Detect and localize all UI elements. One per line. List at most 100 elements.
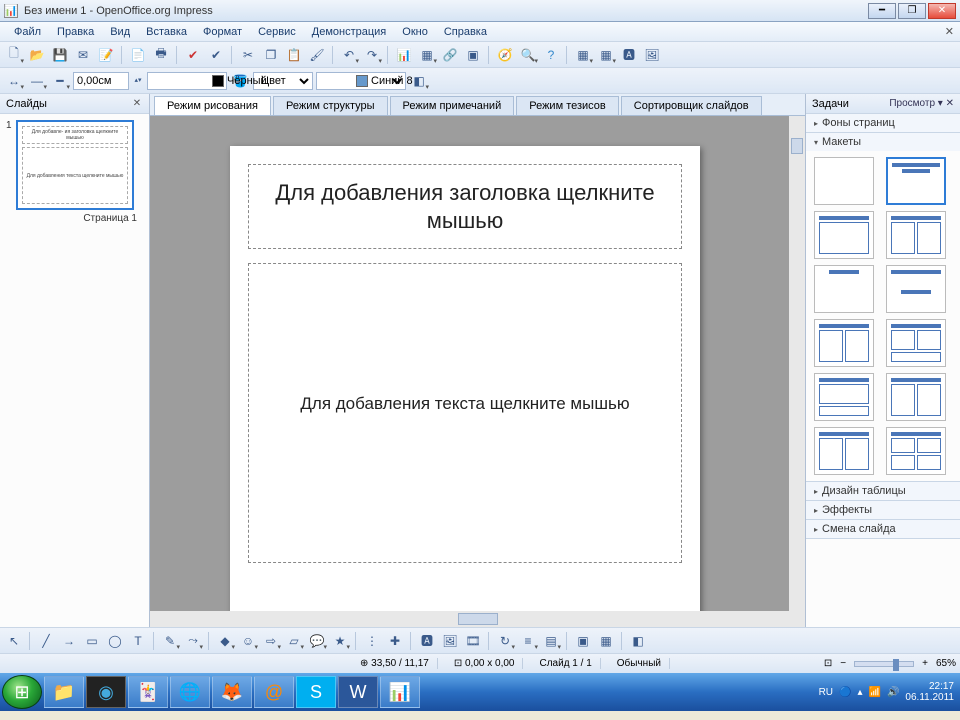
rect-tool[interactable]: ▭ (82, 631, 102, 651)
tasks-view-link[interactable]: Просмотр ▾ ✕ (889, 98, 954, 109)
minimize-button[interactable]: ━ (868, 3, 896, 19)
tab-sorter[interactable]: Сортировщик слайдов (621, 96, 762, 115)
layout-12[interactable] (886, 427, 946, 475)
slide-layout[interactable]: ▦ (596, 631, 616, 651)
section-layouts-head[interactable]: Макеты (806, 133, 960, 151)
section-effects[interactable]: Эффекты (806, 501, 960, 520)
close-button[interactable]: ✕ (928, 3, 956, 19)
layout-10[interactable] (886, 373, 946, 421)
layout-11[interactable] (814, 427, 874, 475)
horizontal-scrollbar[interactable] (150, 611, 805, 627)
title-placeholder[interactable]: Для добавления заголовка щелкните мышью (248, 164, 682, 249)
width-spinner[interactable]: ▴▾ (132, 71, 144, 91)
flowcharts[interactable]: ▱ (284, 631, 304, 651)
tray-network-icon[interactable]: 📶 (869, 687, 881, 698)
pdf-button[interactable]: 📄 (128, 45, 148, 65)
formatbrush-button[interactable]: 🖌 (307, 45, 327, 65)
points-tool[interactable]: ⋮ (362, 631, 382, 651)
layout-7[interactable] (814, 319, 874, 367)
fill-type-select[interactable]: Цвет (253, 72, 313, 90)
curve-tool[interactable]: ✎ (160, 631, 180, 651)
tray-flag-icon[interactable]: 🔵 (839, 687, 851, 698)
tab-handout[interactable]: Режим тезисов (516, 96, 619, 115)
tray-lang[interactable]: RU (819, 687, 833, 698)
copy-button[interactable]: ❐ (261, 45, 281, 65)
section-table-design[interactable]: Дизайн таблицы (806, 482, 960, 501)
slides-panel-close[interactable]: ✕ (131, 98, 143, 110)
tray-chevron-icon[interactable]: ▴ (857, 687, 862, 698)
autospell-button[interactable]: ✔ (206, 45, 226, 65)
menu-window[interactable]: Окно (394, 24, 436, 40)
block-arrows[interactable]: ⇨ (261, 631, 281, 651)
start-button[interactable]: ⊞ (2, 675, 42, 709)
cut-button[interactable]: ✂ (238, 45, 258, 65)
hyperlink-button[interactable]: 🔗 (440, 45, 460, 65)
text-tool[interactable]: T (128, 631, 148, 651)
redo-button[interactable]: ↷ (362, 45, 382, 65)
zoom-button[interactable]: 🔍 (518, 45, 538, 65)
menu-slideshow[interactable]: Демонстрация (304, 24, 395, 40)
taskbar-ooo[interactable]: 📊 (380, 676, 420, 708)
basic-shapes[interactable]: ◆ (215, 631, 235, 651)
zoom-out[interactable]: − (840, 658, 846, 669)
color2-select[interactable] (316, 72, 406, 90)
section-backgrounds[interactable]: Фоны страниц (806, 114, 960, 133)
layout-6[interactable] (886, 265, 946, 313)
gluepoints-tool[interactable]: ✚ (385, 631, 405, 651)
line-style2[interactable]: ━ (50, 71, 70, 91)
stars[interactable]: ★ (330, 631, 350, 651)
menu-insert[interactable]: Вставка (138, 24, 195, 40)
zoom-in[interactable]: + (922, 658, 928, 669)
tab-drawing[interactable]: Режим рисования (154, 96, 271, 115)
taskbar-ie[interactable]: 🌐 (170, 676, 210, 708)
layout-title-content[interactable] (886, 157, 946, 205)
line-width-input[interactable] (73, 72, 129, 90)
connector-tool[interactable]: ⤳ (183, 631, 203, 651)
from-file[interactable]: 🖼 (440, 631, 460, 651)
menu-help[interactable]: Справка (436, 24, 495, 40)
chart-button[interactable]: 📊 (394, 45, 414, 65)
vertical-scrollbar[interactable] (789, 116, 805, 611)
taskbar-skype[interactable]: S (296, 676, 336, 708)
rotate-tool[interactable]: ↻ (495, 631, 515, 651)
email-button[interactable]: ✉ (73, 45, 93, 65)
undo-button[interactable]: ↶ (339, 45, 359, 65)
content-placeholder[interactable]: Для добавления текста щелкните мышью (248, 263, 682, 563)
callouts[interactable]: 💬 (307, 631, 327, 651)
color1-select[interactable] (147, 72, 227, 90)
taskbar-solitaire[interactable]: 🃏 (128, 676, 168, 708)
tab-outline[interactable]: Режим структуры (273, 96, 388, 115)
shadow-button[interactable]: ◧ (409, 71, 429, 91)
table-button[interactable]: ▦ (417, 45, 437, 65)
slide-design[interactable]: ▣ (573, 631, 593, 651)
layout-4[interactable] (886, 211, 946, 259)
menu-tools[interactable]: Сервис (250, 24, 304, 40)
menu-edit[interactable]: Правка (49, 24, 102, 40)
taskbar-explorer[interactable]: 📁 (44, 676, 84, 708)
help-button[interactable]: ? (541, 45, 561, 65)
edit-doc-button[interactable]: 📝 (96, 45, 116, 65)
document-close-button[interactable]: ✕ (939, 25, 960, 38)
layout-8[interactable] (886, 319, 946, 367)
open-button[interactable]: 📂 (27, 45, 47, 65)
taskbar-hp[interactable]: ◉ (86, 676, 126, 708)
align-tool[interactable]: ≡ (518, 631, 538, 651)
grid-button[interactable]: ▦ (573, 45, 593, 65)
symbol-shapes[interactable]: ☺ (238, 631, 258, 651)
section-transition[interactable]: Смена слайда (806, 520, 960, 539)
gallery-button[interactable]: 🖼 (642, 45, 662, 65)
arrange-tool[interactable]: ▤ (541, 631, 561, 651)
menu-file[interactable]: Файл (6, 24, 49, 40)
paste-button[interactable]: 📋 (284, 45, 304, 65)
tray-clock[interactable]: 22:17 06.11.2011 (905, 681, 954, 703)
line-style[interactable]: — (27, 71, 47, 91)
layout-5[interactable] (814, 265, 874, 313)
menu-view[interactable]: Вид (102, 24, 138, 40)
layout-9[interactable] (814, 373, 874, 421)
arrow-tool[interactable]: ↔ (4, 71, 24, 91)
layout-3[interactable] (814, 211, 874, 259)
menu-format[interactable]: Формат (195, 24, 250, 40)
grid2-button[interactable]: ▦ (596, 45, 616, 65)
extrusion[interactable]: ◧ (628, 631, 648, 651)
spellcheck-button[interactable]: ✔ (183, 45, 203, 65)
